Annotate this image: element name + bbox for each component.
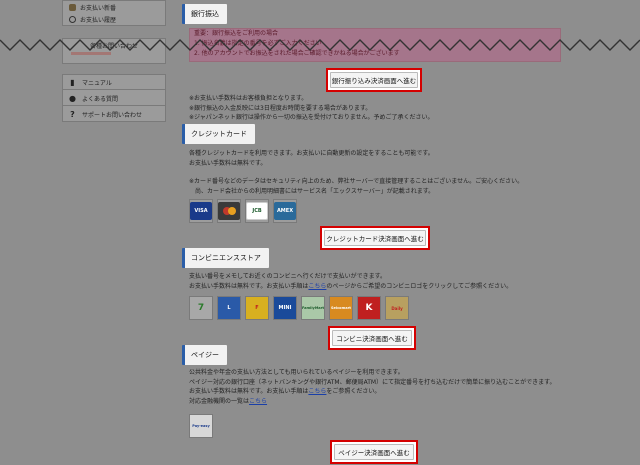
card-brand-logos: VISA JCB AMEX bbox=[189, 199, 297, 223]
bank-button-highlight: 銀行振り込み決済画面へ進む bbox=[326, 68, 422, 92]
payeasy-description: 公共料金や年金の支払い方法としても用いられているペイジーを利用できます。 ペイジ… bbox=[189, 368, 555, 406]
seven-eleven-logo-icon[interactable]: 7 bbox=[189, 296, 213, 320]
store-label: FamilyMart bbox=[301, 306, 325, 310]
book-icon: ▮ bbox=[70, 77, 75, 87]
sidebar-item-payment-new[interactable]: お支払い新番 bbox=[63, 1, 165, 13]
familymart-logo-icon[interactable]: FamilyMart bbox=[301, 296, 325, 320]
lawson-logo-icon[interactable]: L bbox=[217, 296, 241, 320]
amex-logo-icon: AMEX bbox=[273, 199, 297, 223]
credit-card-button[interactable]: クレジットカード決済画面へ進む bbox=[324, 230, 426, 246]
conveni-store-logos: 7 L F MINI FamilyMart Seicomart K Daily bbox=[189, 296, 409, 320]
payeasy-button-highlight: ペイジー決済画面へ進む bbox=[330, 440, 418, 464]
text-fragment: のページからご希望のコンビニロゴをクリックしてご参照ください。 bbox=[326, 282, 513, 290]
sidebar-item-payment-history[interactable]: お支払い履歴 bbox=[63, 13, 165, 25]
conveni-guide-link[interactable]: こちら bbox=[308, 283, 326, 290]
store-label: Daily bbox=[391, 305, 403, 311]
mastercard-mark bbox=[218, 202, 240, 220]
store-label: F bbox=[255, 305, 259, 311]
store-label: K bbox=[365, 303, 373, 313]
visa-logo-icon: VISA bbox=[189, 199, 213, 223]
note-line: ※ジャパンネット銀行は操作から一切の振込を受付けておりません。予めご了承ください… bbox=[189, 114, 434, 121]
text-line: お支払い手数料は無料です。お支払い手順はこちらをご参照ください。 bbox=[189, 387, 555, 397]
conveni-button[interactable]: コンビニ決済画面へ進む bbox=[332, 330, 412, 346]
section-heading-bank: 銀行振込 bbox=[182, 4, 227, 24]
jcb-label: JCB bbox=[246, 202, 268, 220]
circle-k-logo-icon[interactable]: K bbox=[357, 296, 381, 320]
section-heading-payeasy: ペイジー bbox=[182, 345, 227, 365]
sidebar-item-label: お支払い履歴 bbox=[80, 16, 117, 24]
store-label: L bbox=[227, 305, 231, 311]
store-label: 7 bbox=[197, 303, 205, 313]
daily-yamazaki-logo-icon[interactable]: Daily bbox=[385, 296, 409, 320]
text-line: 尚、カード会社からの利用明細書にはサービス名「エックスサーバー」が記載されます。 bbox=[189, 187, 435, 195]
text-fragment: お支払い手数料は無料です。お支払い手順は bbox=[189, 282, 309, 290]
question-icon: ? bbox=[70, 110, 75, 119]
text-line: お支払い手数料は無料です。お支払い手順はこちらのページからご希望のコンビニロゴを… bbox=[189, 282, 512, 292]
wallet-icon bbox=[69, 3, 76, 11]
text-line: 公共料金や年金の支払い方法としても用いられているペイジーを利用できます。 bbox=[189, 369, 404, 376]
bank-transfer-button[interactable]: 銀行振り込み決済画面へ進む bbox=[330, 72, 418, 88]
section-heading-credit: クレジットカード bbox=[182, 124, 255, 144]
ministop-blue-logo-icon[interactable]: MINI bbox=[273, 296, 297, 320]
section-heading-conveni: コンビニエンスストア bbox=[182, 248, 269, 268]
ministop-logo-icon[interactable]: F bbox=[245, 296, 269, 320]
amex-label: AMEX bbox=[274, 202, 296, 220]
text-line: 対応金融機関の一覧はこちら bbox=[189, 397, 555, 407]
sidebar-item-label: サポートお問い合わせ bbox=[82, 112, 143, 119]
sidebar-support-menu: ▮ マニュアル ● よくある質問 ? サポートお問い合わせ bbox=[62, 74, 166, 122]
sidebar-account-box: お支払い新番 お支払い履歴 bbox=[62, 0, 166, 26]
payment-method-list: 銀行振込 重要：銀行振込をご利用の場合 1. 振込名義は指定の番号を必ずご入力く… bbox=[180, 0, 568, 465]
seicomart-logo-icon[interactable]: Seicomart bbox=[329, 296, 353, 320]
payeasy-banks-link[interactable]: こちら bbox=[249, 398, 267, 405]
bank-notes: ※お支払い手数料はお客様負担となります。 ※銀行振込の入金反映には3日程度お時間… bbox=[189, 94, 434, 123]
sidebar-item-manual[interactable]: ▮ マニュアル bbox=[63, 75, 165, 90]
payeasy-logo-icon: Pay-easy bbox=[189, 414, 213, 438]
sidebar-item-label: お支払い新番 bbox=[80, 4, 117, 12]
text-fragment: 対応金融機関の一覧は bbox=[189, 397, 250, 405]
sidebar-item-label: マニュアル bbox=[82, 79, 112, 87]
sidebar-item-label: よくある質問 bbox=[82, 95, 119, 103]
text-line: 各種クレジットカードを利用できます。お支払いに自動更新の設定をすることも可能です… bbox=[189, 150, 434, 157]
note-line: ※銀行振込の入金反映には3日程度お時間を要する場合があります。 bbox=[189, 104, 372, 112]
store-label: Seicomart bbox=[331, 306, 351, 310]
note-line: ※お支払い手数料はお客様負担となります。 bbox=[189, 95, 308, 102]
sidebar-item-support[interactable]: ? サポートお問い合わせ bbox=[63, 107, 165, 122]
credit-description: 各種クレジットカードを利用できます。お支払いに自動更新の設定をすることも可能です… bbox=[189, 149, 523, 196]
payeasy-label: Pay-easy bbox=[192, 424, 210, 428]
payeasy-button[interactable]: ペイジー決済画面へ進む bbox=[334, 444, 414, 460]
text-fragment: をご参照ください。 bbox=[326, 388, 381, 395]
conveni-description: 支払い番号をメモしてお近くのコンビニへ行くだけで支払いができます。 お支払い手数… bbox=[189, 272, 512, 291]
store-label: MINI bbox=[278, 305, 292, 311]
sidebar-item-faq[interactable]: ● よくある質問 bbox=[63, 91, 165, 106]
visa-label: VISA bbox=[190, 202, 212, 220]
credit-button-highlight: クレジットカード決済画面へ進む bbox=[320, 226, 430, 250]
jcb-logo-icon: JCB bbox=[245, 199, 269, 223]
text-line: 支払い番号をメモしてお近くのコンビニへ行くだけで支払いができます。 bbox=[189, 273, 387, 280]
text-line: ※カード番号などのデータはセキュリティ向上のため、弊社サーバーで直接管理すること… bbox=[189, 178, 524, 185]
payeasy-guide-link[interactable]: こちら bbox=[308, 388, 326, 395]
text-fragment: お支払い手数料は無料です。お支払い手順は bbox=[189, 388, 309, 395]
conveni-button-highlight: コンビニ決済画面へ進む bbox=[328, 326, 416, 350]
mastercard-logo-icon bbox=[217, 199, 241, 223]
clock-icon bbox=[69, 15, 76, 23]
speech-bubble-icon: ● bbox=[69, 93, 76, 103]
torn-edge-divider bbox=[0, 39, 640, 51]
text-line: ペイジー対応の銀行口座（ネットバンキングや銀行ATM、郵便局ATM）にて指定番号… bbox=[189, 378, 556, 386]
payeasy-logos: Pay-easy bbox=[189, 414, 213, 438]
text-line: お支払い手数料は無料です。 bbox=[189, 159, 267, 167]
